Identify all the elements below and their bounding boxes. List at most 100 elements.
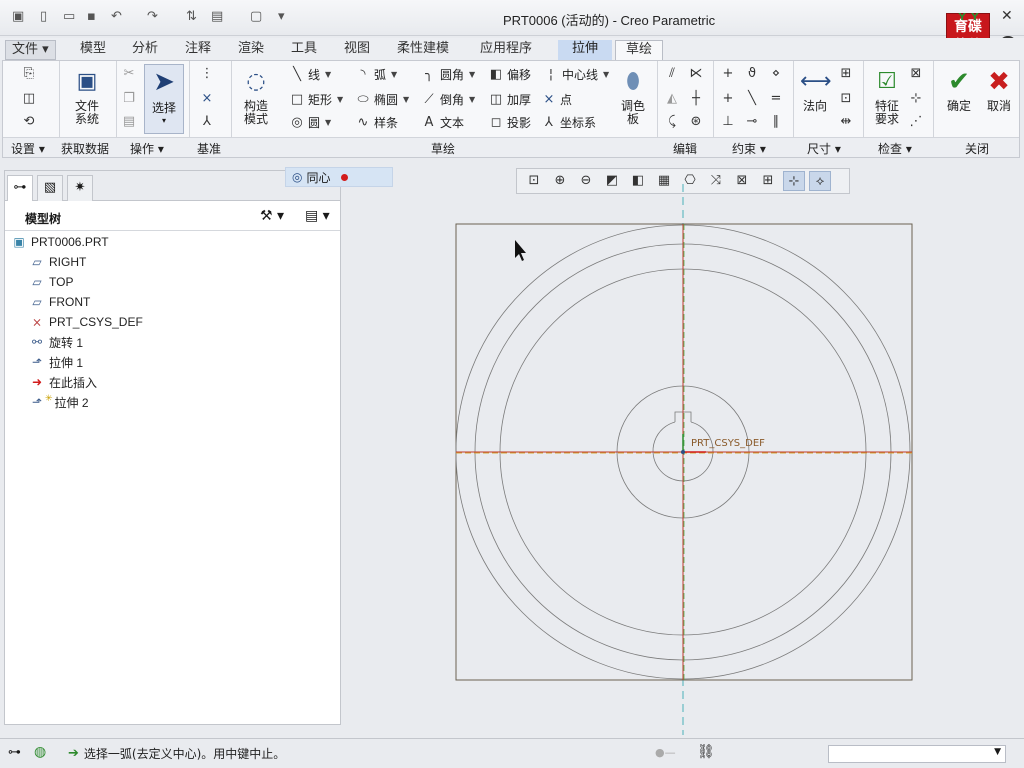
feature-requirements-icon: ☑ xyxy=(877,69,897,94)
ok-button[interactable]: ✔ 确定 xyxy=(940,67,978,113)
rotate-resize-icon[interactable]: ⊛ xyxy=(688,114,704,130)
tab-file[interactable]: 文件 ▾ xyxy=(5,40,56,60)
horizontal-constraint-icon[interactable]: + xyxy=(720,91,736,107)
text-button[interactable]: A 文本 xyxy=(421,114,464,131)
sketch-setup-icon[interactable]: ⎘ xyxy=(21,66,37,82)
save-icon[interactable]: ▪ xyxy=(87,9,96,24)
selection-filter[interactable]: ▼ xyxy=(828,745,1006,763)
tab-sketch[interactable]: 草绘 xyxy=(615,40,663,60)
tree-item[interactable]: ⚯ 旋转 1 xyxy=(29,333,83,351)
offset-button[interactable]: ◧ 偏移 xyxy=(488,66,531,83)
customize-icon[interactable]: ▾ xyxy=(278,9,285,24)
cut-icon[interactable]: ✂ xyxy=(121,66,137,82)
tree-item[interactable]: ▣ PRT0006.PRT xyxy=(11,233,108,251)
centerline-button[interactable]: ¦ 中心线 ▼ xyxy=(543,66,609,83)
line-button[interactable]: ╲ 线 ▼ xyxy=(289,66,331,83)
regenerate-icon[interactable]: ⇅ xyxy=(186,9,197,24)
file-system-button[interactable]: ▣ 文件 系统 xyxy=(65,67,109,126)
rectangle-button[interactable]: □ 矩形 ▼ xyxy=(289,91,343,108)
tree-item[interactable]: ⨯ PRT_CSYS_DEF xyxy=(29,313,143,331)
tab-view[interactable]: 视图 xyxy=(340,40,374,60)
find-icon[interactable]: ⛓ xyxy=(697,744,715,760)
tab-render[interactable]: 渲染 xyxy=(234,40,268,60)
undo-icon[interactable]: ↶ xyxy=(111,9,122,24)
tab-model[interactable]: 模型 xyxy=(76,40,110,60)
group-constrain[interactable]: 约束 ▾ xyxy=(732,140,766,157)
normal-dimension-button[interactable]: ⟷ 法向 xyxy=(798,67,832,113)
baseline-icon[interactable]: ⇹ xyxy=(838,114,854,130)
tab-flexible-modeling[interactable]: 柔性建模 xyxy=(393,40,453,60)
redo-icon[interactable]: ↷ xyxy=(147,9,158,24)
tree-item[interactable]: ▱ RIGHT xyxy=(29,253,86,271)
shade-closed-loops-icon[interactable]: ⋰ xyxy=(908,114,924,130)
sketch-view-icon[interactable]: ⟲ xyxy=(21,114,37,130)
group-dimension[interactable]: 尺寸 ▾ xyxy=(807,140,841,157)
datum-csys-icon[interactable]: ⅄ xyxy=(199,114,215,130)
chamfer-button[interactable]: ⟋ 倒角 ▼ xyxy=(421,91,475,108)
tangent-constraint-icon[interactable]: ϑ xyxy=(744,66,760,82)
close-window-icon[interactable]: ▢ xyxy=(250,9,262,24)
point-button[interactable]: × 点 xyxy=(541,91,572,108)
corner-icon[interactable]: ┼ xyxy=(688,91,704,107)
divide-icon[interactable]: ⋉ xyxy=(688,66,704,82)
datum-centerline-icon[interactable]: ⋮ xyxy=(199,66,215,82)
favorites-tab-icon[interactable]: ✷ xyxy=(67,175,93,201)
vertical-constraint-icon[interactable]: + xyxy=(720,66,736,82)
construction-mode-button[interactable]: ◌ 构造 模式 xyxy=(235,67,277,126)
copy-icon[interactable]: ❐ xyxy=(121,91,137,107)
paste-icon[interactable]: ▤ xyxy=(121,114,137,130)
model-tree-tab-icon[interactable]: ⊶ xyxy=(7,175,33,201)
new-icon[interactable]: ▯ xyxy=(40,9,47,24)
circle-button[interactable]: ◎ 圆 ▼ xyxy=(289,114,331,131)
tab-applications[interactable]: 应用程序 xyxy=(476,40,536,60)
tree-columns-icon[interactable]: ▤ ▾ xyxy=(305,208,330,224)
symmetric-constraint-icon[interactable]: ⋄ xyxy=(768,66,784,82)
parallel-constraint-icon[interactable]: ∥ xyxy=(768,114,784,130)
highlight-open-ends-icon[interactable]: ⊹ xyxy=(908,91,924,107)
close-icon[interactable]: ✕ xyxy=(1001,8,1013,24)
fillet-button[interactable]: ╮ 圆角 ▼ xyxy=(421,66,475,83)
tree-item[interactable]: ➜ 在此插入 xyxy=(29,373,97,391)
show-tree-icon[interactable]: ⊶ xyxy=(8,745,21,760)
group-setup[interactable]: 设置 ▾ xyxy=(11,140,45,157)
overlapping-icon[interactable]: ⊠ xyxy=(908,66,924,82)
reference-dimension-icon[interactable]: ⊡ xyxy=(838,91,854,107)
palette-button[interactable]: ⬮ 调色 板 xyxy=(615,67,651,126)
show-browser-icon[interactable]: ◍ xyxy=(34,744,46,760)
project-button[interactable]: ◻ 投影 xyxy=(488,114,531,131)
equal-constraint-icon[interactable]: = xyxy=(768,91,784,107)
tab-analysis[interactable]: 分析 xyxy=(128,40,162,60)
tab-extrude[interactable]: 拉伸 xyxy=(558,40,612,60)
select-button[interactable]: ➤ 选择 ▾ xyxy=(144,64,184,134)
arc-button[interactable]: ◝ 弧 ▼ xyxy=(355,66,397,83)
tab-annotate[interactable]: 注释 xyxy=(181,40,215,60)
spline-button[interactable]: ∿ 样条 xyxy=(355,114,398,131)
cancel-button[interactable]: ✖ 取消 xyxy=(980,67,1018,113)
csys-button[interactable]: ⅄ 坐标系 xyxy=(541,114,596,131)
perpendicular-constraint-icon[interactable]: ⊥ xyxy=(720,114,736,130)
tree-item[interactable]: ⬏ ✳ 拉伸 2 xyxy=(29,393,89,411)
perimeter-icon[interactable]: ⊞ xyxy=(838,66,854,82)
revolve-icon: ⚯ xyxy=(31,335,43,349)
group-operations[interactable]: 操作 ▾ xyxy=(130,140,164,157)
tree-item[interactable]: ⬏ 拉伸 1 xyxy=(29,353,83,371)
delete-segment-icon[interactable]: ⤹ xyxy=(664,114,680,130)
feature-requirements-button[interactable]: ☑ 特征 要求 xyxy=(869,67,905,126)
windows-icon[interactable]: ▤ xyxy=(211,9,223,24)
reference-icon[interactable]: ◫ xyxy=(21,91,37,107)
midpoint-constraint-icon[interactable]: ╲ xyxy=(744,91,760,107)
folder-browser-tab-icon[interactable]: ▧ xyxy=(37,175,63,201)
sketch-canvas[interactable]: PRT_CSYS_DEF xyxy=(344,160,1024,735)
datum-point-icon[interactable]: × xyxy=(199,91,215,107)
thicken-button[interactable]: ◫ 加厚 xyxy=(488,91,531,108)
open-icon[interactable]: ▭ xyxy=(63,9,75,24)
modify-icon[interactable]: ⫽ xyxy=(664,66,680,82)
mirror-icon[interactable]: ◭ xyxy=(664,91,680,107)
ellipse-button[interactable]: ⬭ 椭圆 ▼ xyxy=(355,91,409,108)
tree-item[interactable]: ▱ FRONT xyxy=(29,293,90,311)
group-inspect[interactable]: 检查 ▾ xyxy=(878,140,912,157)
tree-item[interactable]: ▱ TOP xyxy=(29,273,73,291)
coincident-constraint-icon[interactable]: ⊸ xyxy=(744,114,760,130)
tab-tools[interactable]: 工具 xyxy=(287,40,321,60)
tree-settings-icon[interactable]: ⚒ ▾ xyxy=(260,208,284,224)
